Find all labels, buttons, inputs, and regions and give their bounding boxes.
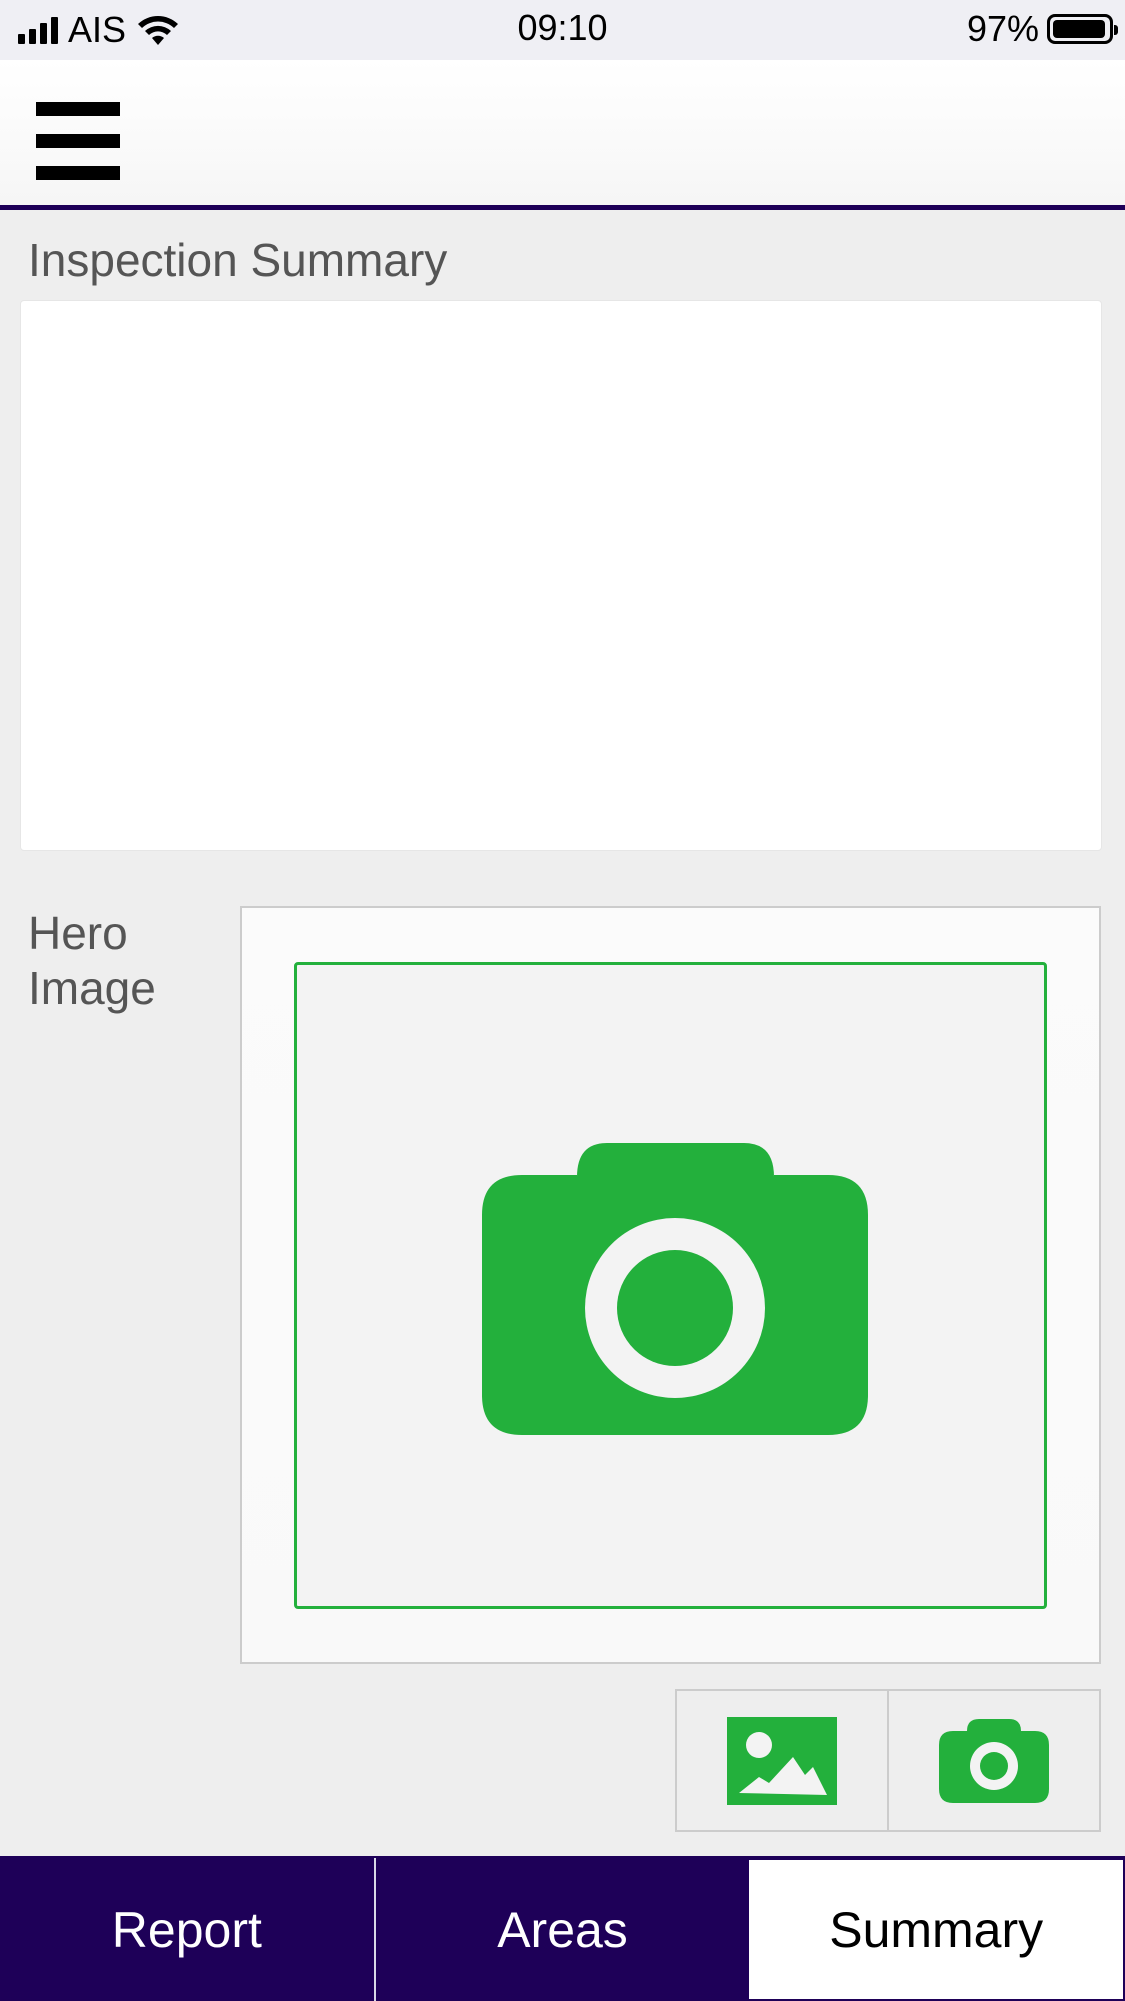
inspection-summary-label: Inspection Summary [28, 234, 448, 286]
app-header [0, 60, 1125, 210]
media-buttons [675, 1689, 1101, 1832]
status-right: 97% [966, 8, 1118, 50]
image-gallery-icon [727, 1716, 837, 1805]
camera-icon [939, 1718, 1049, 1803]
gallery-button[interactable] [677, 1691, 887, 1830]
hero-image-label: Hero Image [28, 907, 156, 1014]
hero-image-placeholder[interactable] [294, 962, 1047, 1609]
battery-nub [1114, 25, 1118, 35]
status-time: 09:10 [517, 7, 608, 48]
bottom-tab-bar: Report Areas Summary [0, 1856, 1125, 2001]
tab-summary[interactable]: Summary [749, 1858, 1125, 2001]
battery-percent: 97% [966, 8, 1039, 49]
tab-report[interactable]: Report [0, 1858, 374, 2001]
battery-fill [1053, 20, 1106, 38]
camera-button[interactable] [887, 1691, 1099, 1830]
camera-icon [482, 1143, 868, 1435]
battery-icon [1047, 14, 1118, 44]
status-bar: AIS 09:10 97% [0, 0, 1125, 60]
hamburger-menu-icon[interactable] [36, 102, 120, 180]
inspection-summary-input[interactable] [20, 300, 1102, 851]
tab-areas[interactable]: Areas [373, 1858, 750, 2001]
